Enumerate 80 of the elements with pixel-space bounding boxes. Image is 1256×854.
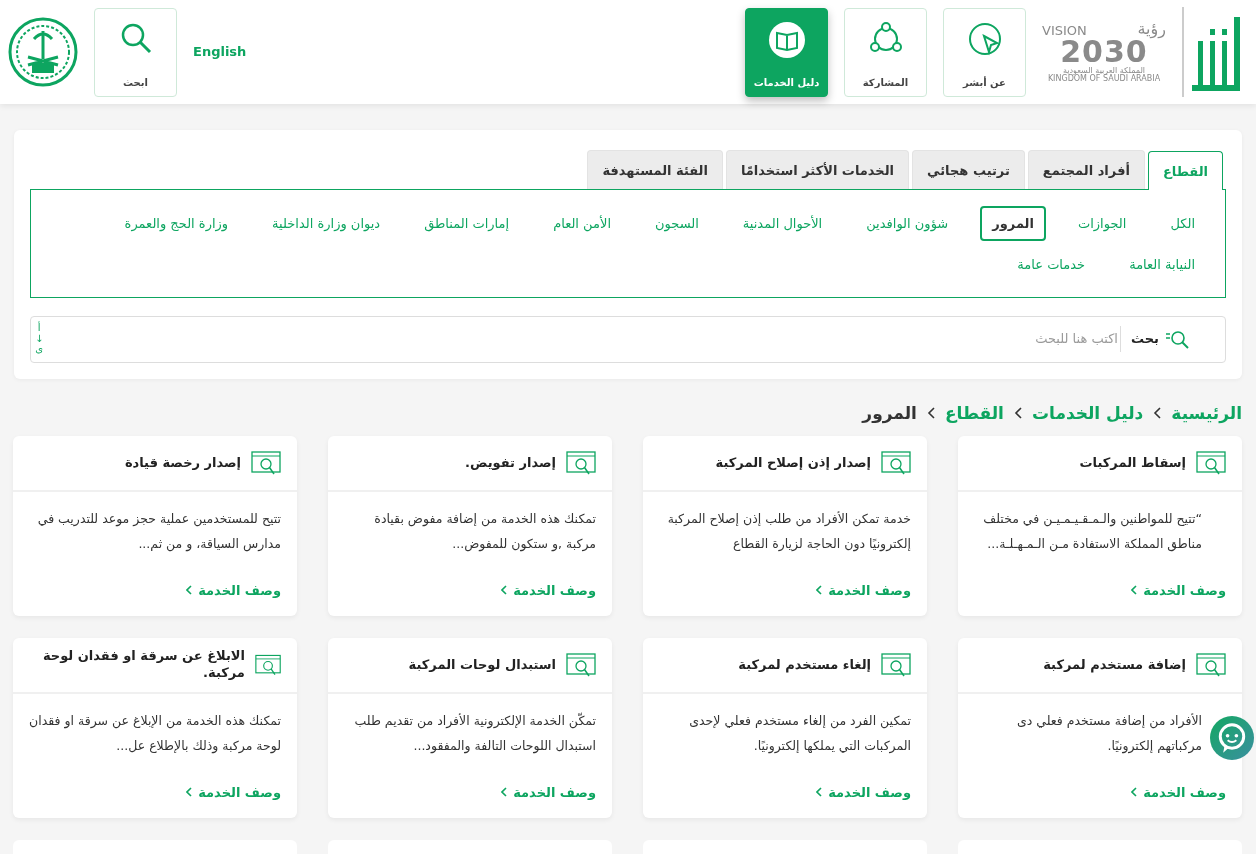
card-description: تتيح للمستخدمين عملية حجز موعد للتدريب في مدارس السياقة، و من ثم... [36, 510, 282, 554]
vision-text: VISION [1042, 24, 1087, 37]
filter-tab[interactable]: الفئة المستهدفة [587, 150, 723, 189]
sector-filter[interactable]: السجون [643, 205, 711, 241]
nav-tile[interactable]: عن أبشر [943, 7, 1026, 97]
chevron-icon [1131, 585, 1138, 596]
chevron-icon [926, 407, 935, 420]
service-description-link[interactable]: وصف الخدمة [816, 782, 911, 802]
breadcrumb-current: المرور [862, 401, 917, 426]
nav-tile[interactable]: المشاركة [844, 7, 927, 97]
browser-search-icon [881, 450, 911, 476]
sector-filter[interactable]: الكل [1158, 205, 1207, 241]
chevron-icon [186, 787, 193, 798]
browser-search-icon [1196, 652, 1226, 678]
browser-search-icon [566, 652, 596, 678]
card-title: إسقاط المركبات [1079, 454, 1186, 472]
chevron-icon [816, 585, 823, 596]
browser-search-icon [881, 652, 911, 678]
filter-tab[interactable]: القطاع [1147, 151, 1223, 190]
sector-filter[interactable]: وزارة الحج والعمرة [112, 205, 241, 241]
card-title: الابلاغ عن سرقة او فقدان لوحة مركبة. [41, 648, 245, 682]
card-description: خدمة تمكن الأفراد من طلب إذن إصلاح المركبة إلكترونيًا دون الحاجة لزيارة القطاع [666, 510, 912, 554]
card-title: إصدار إذن إصلاح المركبة [715, 454, 871, 472]
country-english-text: KINGDOM OF SAUDI ARABIA [1046, 75, 1162, 83]
cursor-circle-icon [966, 20, 1003, 57]
card-title: إلغاء مستخدم لمركبة [738, 656, 871, 674]
chevron-icon [1013, 407, 1022, 420]
service-description-link[interactable]: وصف الخدمة [816, 580, 911, 600]
chevron-icon [501, 787, 508, 798]
vision-ruya-text: رؤية [1137, 21, 1166, 37]
chevron-icon [186, 585, 193, 596]
card-title: إضافة مستخدم لمركبة [1043, 656, 1186, 674]
chevron-icon [816, 787, 823, 798]
book-icon [767, 20, 806, 59]
sector-filter[interactable]: النيابة العامة [1117, 247, 1207, 283]
chevron-icon [1131, 787, 1138, 798]
sector-filter[interactable]: الجوازات [1065, 205, 1139, 241]
breadcrumb-link[interactable]: القطاع [944, 400, 1004, 426]
service-description-link[interactable]: وصف الخدمة [186, 782, 281, 802]
search-button[interactable]: بحث [1120, 326, 1205, 352]
sector-filter[interactable]: المرور [980, 205, 1046, 241]
filter-tab[interactable]: أفراد المجتمع [1027, 150, 1145, 189]
sector-filter[interactable]: إمارات المناطق [412, 205, 522, 241]
browser-search-icon [1196, 450, 1226, 476]
chevron-icon [1153, 407, 1162, 420]
sector-filter[interactable]: الأمن العام [541, 205, 623, 241]
breadcrumb-link[interactable]: الرئيسية [1171, 400, 1242, 426]
filter-tab[interactable]: ترتيب هجائي [912, 150, 1025, 189]
card-title: إصدار تفويض. [465, 454, 556, 472]
search-tile[interactable]: ابحث [94, 7, 177, 97]
sector-filter[interactable]: خدمات عامة [1005, 247, 1098, 283]
sector-filter[interactable]: الأحوال المدنية [730, 205, 835, 241]
sector-filter[interactable]: ديوان وزارة الداخلية [260, 205, 393, 241]
card-title: استبدال لوحات المركبة [408, 656, 556, 674]
card-description: تمكّن الخدمة الإلكترونية الأفراد من تقديم طلب استبدال اللوحات التالفة والمفقود... [353, 711, 597, 756]
sort-toggle[interactable]: أ ↓ ى [35, 323, 44, 355]
sector-filter[interactable]: شؤون الوافدين [854, 205, 961, 241]
emblem-drawing [8, 17, 78, 87]
card-description: “تتيح للمواطنين والـمـقـيـمـيـن في مختلف مناطق المملكة الاستفادة مـن الـمـهـلـة... [982, 510, 1203, 554]
card-description: تمكنك هذه الخدمة من إضافة مفوض بقيادة مركبة ,و ستكون للمفوض... [373, 510, 597, 554]
nav-tile[interactable]: دليل الخدمات [745, 7, 828, 97]
language-link[interactable]: English [193, 42, 247, 62]
service-description-link[interactable]: وصف الخدمة [1131, 580, 1226, 600]
breadcrumb-link[interactable]: دليل الخدمات [1031, 400, 1144, 426]
card-title: إصدار رخصة قيادة [124, 454, 241, 472]
browser-search-icon [566, 450, 596, 476]
service-description-link[interactable]: وصف الخدمة [1131, 782, 1226, 802]
filter-tab[interactable]: الخدمات الأكثر استخدامًا [725, 150, 910, 189]
search-field[interactable]: بحث اكتب هنا للبحث أ ↓ ى [30, 315, 1226, 363]
service-description-link[interactable]: وصف الخدمة [501, 782, 596, 802]
browser-search-icon [254, 652, 281, 678]
vision-year-text: 2030 [1060, 37, 1148, 67]
card-description: الأفراد من إضافة مستخدم فعلي دى مركباتهم إلكترونيًا. [1015, 712, 1203, 756]
service-description-link[interactable]: وصف الخدمة [186, 580, 281, 600]
country-arabic-text: المملكة العربية السعودية [1062, 67, 1146, 75]
chevron-icon [501, 585, 508, 596]
card-description: تمكين الفرد من إلغاء مستخدم فعلي لإحدى المركبات التي يملكها إلكترونيًا. [688, 712, 912, 756]
card-description: تمكنك هذه الخدمة من الإبلاغ عن سرقة او فقدان لوحة مركبة وذلك بالإطلاع عل... [28, 712, 282, 756]
service-description-link[interactable]: وصف الخدمة [501, 580, 596, 600]
browser-search-icon [251, 450, 281, 476]
